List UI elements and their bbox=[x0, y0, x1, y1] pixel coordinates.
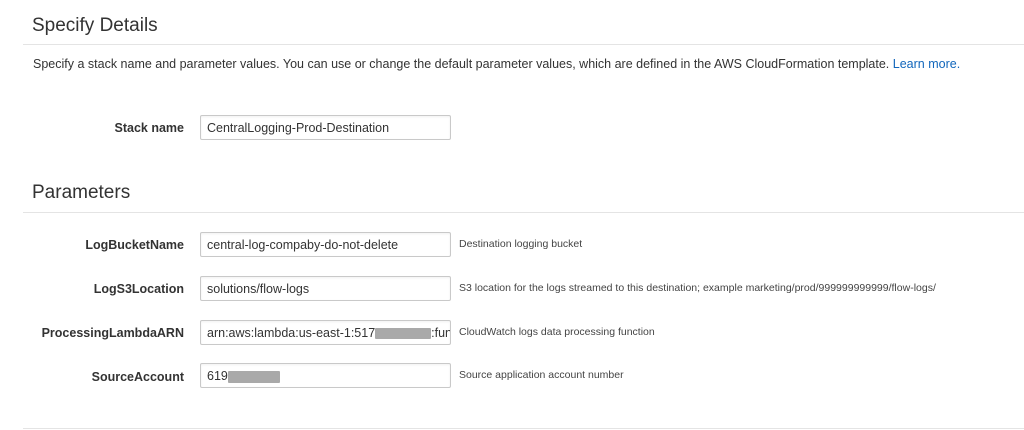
redacted-block bbox=[227, 370, 280, 383]
source-account-input[interactable]: 619 bbox=[200, 363, 451, 388]
section-divider bbox=[23, 44, 1024, 45]
account-value-prefix: 619 bbox=[207, 369, 228, 383]
processing-lambda-arn-help: CloudWatch logs data processing function bbox=[459, 326, 655, 338]
description-text: Specify a stack name and parameter value… bbox=[33, 57, 890, 71]
learn-more-link[interactable]: Learn more. bbox=[893, 57, 960, 71]
source-account-value: 619 bbox=[207, 369, 280, 383]
cloudformation-specify-details-page: Specify Details Specify a stack name and… bbox=[0, 0, 1024, 430]
log-bucket-name-label: LogBucketName bbox=[85, 238, 184, 252]
redacted-block bbox=[375, 328, 432, 340]
log-bucket-name-help: Destination logging bucket bbox=[459, 238, 583, 250]
stack-name-label: Stack name bbox=[114, 121, 184, 135]
section-divider bbox=[23, 212, 1024, 213]
parameters-heading: Parameters bbox=[32, 182, 131, 203]
processing-lambda-arn-value: arn:aws:lambda:us-east-1:517 :func bbox=[207, 326, 450, 340]
stack-name-value: CentralLogging-Prod-Destination bbox=[207, 121, 390, 135]
log-bucket-name-value: central-log-compaby-do-not-delete bbox=[207, 238, 399, 252]
source-account-label: SourceAccount bbox=[91, 370, 184, 384]
source-account-help: Source application account number bbox=[459, 369, 624, 381]
specify-details-heading: Specify Details bbox=[32, 15, 158, 36]
bottom-divider bbox=[23, 428, 1024, 429]
log-s3-location-input[interactable]: solutions/flow-logs bbox=[200, 276, 451, 301]
log-s3-location-value: solutions/flow-logs bbox=[207, 282, 310, 296]
log-s3-location-help: S3 location for the logs streamed to thi… bbox=[459, 282, 936, 294]
arn-value-prefix: arn:aws:lambda:us-east-1:517 bbox=[207, 326, 376, 340]
processing-lambda-arn-label: ProcessingLambdaARN bbox=[41, 326, 184, 340]
specify-details-description: Specify a stack name and parameter value… bbox=[33, 57, 960, 71]
stack-name-input[interactable]: CentralLogging-Prod-Destination bbox=[200, 115, 451, 140]
log-s3-location-label: LogS3Location bbox=[93, 282, 184, 296]
processing-lambda-arn-input[interactable]: arn:aws:lambda:us-east-1:517 :func bbox=[200, 320, 451, 345]
arn-value-suffix: :func bbox=[431, 326, 450, 340]
log-bucket-name-input[interactable]: central-log-compaby-do-not-delete bbox=[200, 232, 451, 257]
